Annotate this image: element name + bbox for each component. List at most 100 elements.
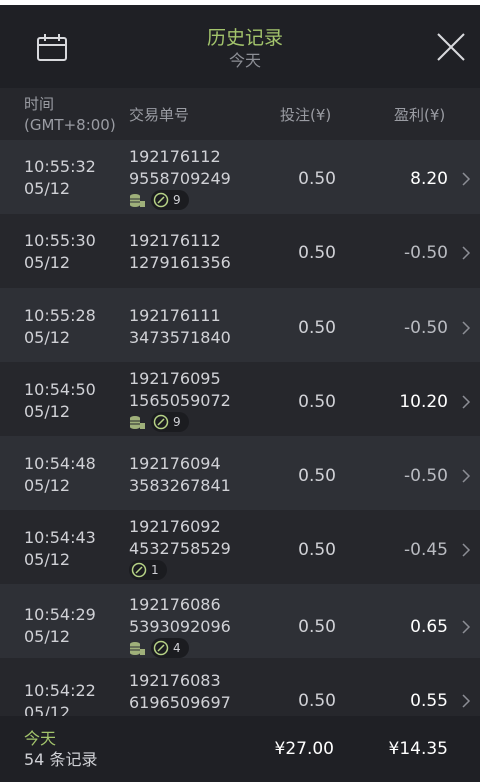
ball-count: 9 [173, 193, 181, 207]
row-order-line1: 192176094 [129, 454, 221, 473]
row-date-value: 05/12 [24, 179, 71, 198]
history-row[interactable]: 10:54:48 05/12 192176094 3583267841 0.50… [0, 436, 480, 510]
page-title: 历史记录 [206, 27, 283, 49]
row-profit: -0.50 [404, 466, 448, 486]
ball-count: 9 [173, 415, 181, 429]
row-time-value: 10:55:28 [24, 306, 96, 325]
ball-badge: 9 [151, 190, 189, 210]
ball-icon [153, 640, 169, 656]
row-stake: 0.50 [298, 617, 336, 637]
column-profit: 盈利(¥) [394, 106, 446, 124]
column-time-zone: (GMT+8:00) [24, 116, 116, 134]
row-date-value: 05/12 [24, 627, 71, 646]
row-time: 10:54:22 05/12 [24, 680, 96, 716]
row-time-value: 10:55:30 [24, 231, 96, 250]
row-profit: 0.55 [410, 691, 448, 711]
row-time: 10:54:29 05/12 [24, 604, 96, 648]
row-order: 192176112 9558709249 [129, 146, 231, 190]
history-screen: 历史记录 今天 时间 (GMT+8:00) 交易单号 投注(¥) 盈利(¥) 1… [0, 0, 484, 782]
history-row[interactable]: 10:54:22 05/12 192176083 6196509697 0.50… [0, 662, 480, 716]
chevron-right-icon [462, 469, 471, 483]
row-order-line2: 4532758529 [129, 539, 231, 558]
row-profit: -0.50 [404, 318, 448, 338]
row-date-value: 05/12 [24, 253, 71, 272]
row-order-line1: 192176112 [129, 231, 221, 250]
row-time: 10:55:28 05/12 [24, 305, 96, 349]
row-profit: 10.20 [399, 392, 448, 412]
chevron-right-icon [462, 395, 471, 409]
row-time-value: 10:54:29 [24, 605, 96, 624]
footer-period: 今天 [24, 729, 57, 748]
history-row[interactable]: 10:54:29 05/12 192176086 5393092096 4 0.… [0, 584, 480, 658]
ball-icon [131, 562, 147, 578]
row-time-value: 10:54:43 [24, 528, 96, 547]
row-order-line2: 1565059072 [129, 391, 231, 410]
ball-count: 1 [151, 563, 159, 577]
row-order: 192176092 4532758529 [129, 516, 231, 560]
history-row[interactable]: 10:55:28 05/12 192176111 3473571840 0.50… [0, 288, 480, 362]
row-order: 192176086 5393092096 [129, 594, 231, 638]
footer-total-profit: ¥14.35 [388, 739, 448, 759]
row-order-line2: 3583267841 [129, 476, 231, 495]
row-profit: 8.20 [410, 169, 448, 189]
coins-icon [130, 642, 145, 655]
row-order: 192176111 3473571840 [129, 305, 231, 349]
ball-badge: 1 [129, 560, 167, 580]
footer-record-count: 54 条记录 [24, 750, 98, 769]
row-date-value: 05/12 [24, 550, 71, 569]
row-time: 10:54:50 05/12 [24, 379, 96, 423]
row-time-value: 10:54:48 [24, 454, 96, 473]
row-date-value: 05/12 [24, 476, 71, 495]
row-stake: 0.50 [298, 691, 336, 711]
column-stake: 投注(¥) [280, 106, 332, 124]
row-order: 192176083 6196509697 [129, 670, 231, 714]
ball-badge: 9 [151, 412, 189, 432]
footer-total-stake: ¥27.00 [274, 739, 334, 759]
ball-icon [153, 414, 169, 430]
row-profit: -0.45 [404, 540, 448, 560]
history-list[interactable]: 10:55:32 05/12 192176112 9558709249 9 0.… [0, 140, 480, 716]
row-order-line2: 5393092096 [129, 617, 231, 636]
column-header: 时间 (GMT+8:00) 交易单号 投注(¥) 盈利(¥) [0, 88, 480, 140]
right-edge [480, 0, 484, 782]
row-order-line1: 192176111 [129, 306, 221, 325]
row-badges: 9 [129, 412, 189, 432]
close-icon[interactable] [434, 30, 468, 64]
row-stake: 0.50 [298, 540, 336, 560]
row-stake: 0.50 [298, 392, 336, 412]
history-row[interactable]: 10:54:43 05/12 192176092 4532758529 1 0.… [0, 510, 480, 584]
row-time: 10:55:32 05/12 [24, 156, 96, 200]
history-row[interactable]: 10:55:32 05/12 192176112 9558709249 9 0.… [0, 140, 480, 214]
row-order: 192176112 1279161356 [129, 230, 231, 274]
row-time: 10:54:48 05/12 [24, 453, 96, 497]
column-time: 时间 (GMT+8:00) [24, 94, 116, 136]
row-time-value: 10:54:22 [24, 681, 96, 700]
row-stake: 0.50 [298, 466, 336, 486]
row-order-line1: 192176112 [129, 147, 221, 166]
row-date-value: 05/12 [24, 402, 71, 421]
row-time: 10:54:43 05/12 [24, 527, 96, 571]
summary-footer: 今天 54 条记录 ¥27.00 ¥14.35 [0, 716, 480, 782]
chevron-right-icon [462, 620, 471, 634]
ball-icon [153, 192, 169, 208]
column-order: 交易单号 [129, 106, 190, 124]
page-subtitle[interactable]: 今天 [0, 51, 484, 71]
row-stake: 0.50 [298, 243, 336, 263]
column-time-label: 时间 [24, 95, 55, 113]
chevron-right-icon [462, 694, 471, 708]
row-date-value: 05/12 [24, 328, 71, 347]
row-order-line2: 6196509697 [129, 693, 231, 712]
row-badges: 9 [129, 190, 189, 210]
row-order-line1: 192176095 [129, 369, 221, 388]
row-stake: 0.50 [298, 318, 336, 338]
row-time-value: 10:54:50 [24, 380, 96, 399]
row-order-line1: 192176086 [129, 595, 221, 614]
ball-count: 4 [173, 641, 181, 655]
row-profit: 0.65 [410, 617, 448, 637]
chevron-right-icon [462, 543, 471, 557]
history-row[interactable]: 10:54:50 05/12 192176095 1565059072 9 0.… [0, 362, 480, 436]
history-row[interactable]: 10:55:30 05/12 192176112 1279161356 0.50… [0, 214, 480, 288]
coins-icon [130, 194, 145, 207]
chevron-right-icon [462, 321, 471, 335]
row-profit: -0.50 [404, 243, 448, 263]
